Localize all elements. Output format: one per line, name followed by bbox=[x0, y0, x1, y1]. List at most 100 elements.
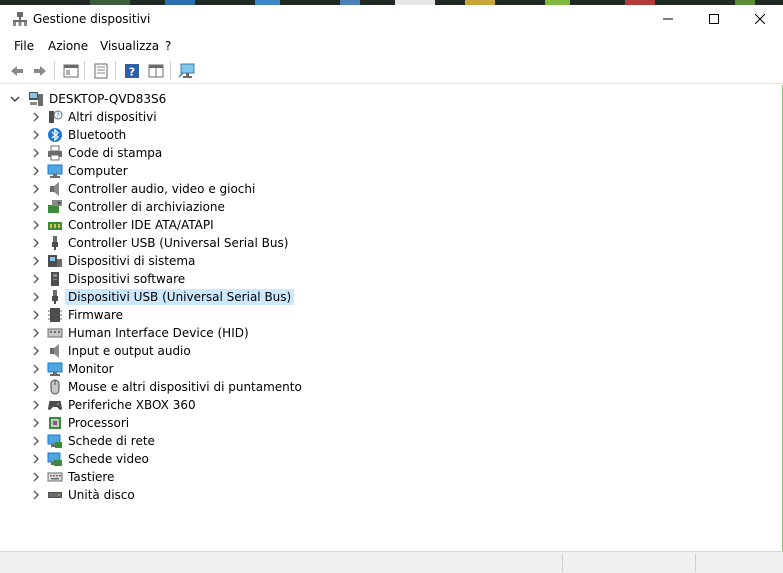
tree-node-label: Dispositivi di sistema bbox=[68, 254, 196, 268]
minimize-icon bbox=[663, 18, 673, 20]
status-separator bbox=[562, 554, 563, 572]
tree-node[interactable]: Dispositivi di sistema bbox=[0, 252, 500, 270]
menu-azione[interactable]: Azione bbox=[48, 39, 88, 53]
expand-chevron-icon[interactable] bbox=[30, 453, 42, 465]
expand-chevron-icon[interactable] bbox=[30, 273, 42, 285]
menu-visualizza[interactable]: Visualizza bbox=[100, 39, 159, 53]
menu-bar: File Azione Visualizza ? bbox=[0, 35, 783, 57]
computer-icon bbox=[47, 164, 63, 178]
monitor-icon bbox=[47, 362, 63, 376]
tree-node-label: Dispositivi software bbox=[68, 272, 186, 286]
disk-drive-icon bbox=[48, 492, 62, 498]
tree-node[interactable]: Bluetooth bbox=[0, 126, 500, 144]
expand-chevron-icon[interactable] bbox=[30, 489, 42, 501]
status-bar bbox=[0, 551, 783, 573]
expand-chevron-icon[interactable] bbox=[30, 381, 42, 393]
tree-node[interactable]: Monitor bbox=[0, 360, 500, 378]
show-hide-tree-button[interactable] bbox=[60, 60, 82, 82]
tree-node[interactable]: Schede di rete bbox=[0, 432, 500, 450]
usb-icon bbox=[52, 236, 58, 250]
close-button[interactable] bbox=[737, 5, 783, 33]
maximize-button[interactable] bbox=[691, 5, 737, 33]
tree-node[interactable]: Schede video bbox=[0, 450, 500, 468]
tree-node[interactable]: Controller di archiviazione bbox=[0, 198, 500, 216]
view-panel-button[interactable] bbox=[145, 60, 167, 82]
tree-root[interactable]: DESKTOP-QVD83S6 bbox=[0, 90, 500, 108]
expand-chevron-icon[interactable] bbox=[30, 363, 42, 375]
tree-node-label: Unità disco bbox=[68, 488, 135, 502]
tree-node[interactable]: Dispositivi USB (Universal Serial Bus) bbox=[0, 288, 500, 306]
ide-controller-icon bbox=[48, 222, 62, 230]
tree-node[interactable]: Unità disco bbox=[0, 486, 500, 504]
expand-chevron-icon[interactable] bbox=[30, 291, 42, 303]
tree-node[interactable]: Computer bbox=[0, 162, 500, 180]
tree-node[interactable]: Code di stampa bbox=[0, 144, 500, 162]
expand-chevron-icon[interactable] bbox=[30, 471, 42, 483]
tree-node[interactable]: Dispositivi software bbox=[0, 270, 500, 288]
tree-node[interactable]: Mouse e altri dispositivi di puntamento bbox=[0, 378, 500, 396]
expand-chevron-icon[interactable] bbox=[30, 129, 42, 141]
back-button[interactable] bbox=[6, 60, 28, 82]
svg-text:?: ? bbox=[129, 66, 135, 79]
view-panel-icon bbox=[148, 64, 164, 78]
tree-node[interactable]: ? Altri dispositivi bbox=[0, 108, 500, 126]
hid-icon bbox=[47, 328, 63, 338]
expand-chevron-icon[interactable] bbox=[30, 201, 42, 213]
forward-arrow-icon bbox=[34, 66, 46, 76]
menu-file[interactable]: File bbox=[14, 39, 34, 53]
device-tree[interactable]: DESKTOP-QVD83S6 ? Altri dispositivi Blueto… bbox=[0, 85, 783, 551]
toolbar-separator bbox=[170, 61, 171, 80]
tree-node[interactable]: Tastiere bbox=[0, 468, 500, 486]
properties-button[interactable] bbox=[90, 60, 112, 82]
expand-chevron-icon[interactable] bbox=[30, 147, 42, 159]
speaker-icon bbox=[50, 182, 59, 196]
tree-node-label: Altri dispositivi bbox=[68, 110, 157, 124]
tree-node[interactable]: Firmware bbox=[0, 306, 500, 324]
tree-node[interactable]: Input e output audio bbox=[0, 342, 500, 360]
tree-node[interactable]: Controller USB (Universal Serial Bus) bbox=[0, 234, 500, 252]
expand-chevron-icon[interactable] bbox=[30, 255, 42, 267]
audio-io-icon bbox=[50, 344, 59, 358]
tree-node[interactable]: Human Interface Device (HID) bbox=[0, 324, 500, 342]
tree-node-label: Processori bbox=[68, 416, 130, 430]
expand-chevron-icon[interactable] bbox=[30, 219, 42, 231]
device-manager-icon bbox=[13, 12, 27, 26]
storage-controller-icon bbox=[48, 200, 62, 213]
help-button[interactable]: ? bbox=[121, 60, 143, 82]
expand-chevron-icon[interactable] bbox=[30, 237, 42, 249]
toolbar-separator bbox=[54, 61, 55, 80]
toolbar: ? bbox=[0, 57, 783, 84]
minimize-button[interactable] bbox=[645, 5, 691, 33]
status-separator bbox=[695, 554, 696, 572]
tree-node-label: Controller audio, video e giochi bbox=[68, 182, 256, 196]
tree-node-label: Mouse e altri dispositivi di puntamento bbox=[68, 380, 302, 394]
tree-node-label: Monitor bbox=[68, 362, 114, 376]
tree-node-label: Input e output audio bbox=[68, 344, 191, 358]
close-icon bbox=[755, 14, 765, 24]
expand-chevron-icon[interactable] bbox=[30, 417, 42, 429]
tree-node-label: Computer bbox=[68, 164, 128, 178]
expand-chevron-icon[interactable] bbox=[30, 183, 42, 195]
expand-chevron-icon[interactable] bbox=[30, 327, 42, 339]
tree-node-label: Schede di rete bbox=[68, 434, 155, 448]
printer-icon bbox=[48, 145, 62, 161]
forward-button[interactable] bbox=[29, 60, 51, 82]
tree-node-label: Bluetooth bbox=[68, 128, 127, 142]
gamepad-icon bbox=[48, 400, 62, 410]
expand-chevron-icon[interactable] bbox=[30, 435, 42, 447]
scan-hardware-button[interactable] bbox=[176, 60, 198, 82]
title-bar[interactable]: Gestione dispositivi bbox=[0, 5, 783, 33]
menu-help[interactable]: ? bbox=[165, 39, 171, 53]
expand-chevron-icon[interactable] bbox=[30, 345, 42, 357]
tree-node[interactable]: Controller IDE ATA/ATAPI bbox=[0, 216, 500, 234]
expand-chevron-icon[interactable] bbox=[30, 309, 42, 321]
expand-chevron-icon[interactable] bbox=[30, 111, 42, 123]
tree-node[interactable]: Processori bbox=[0, 414, 500, 432]
collapse-chevron-icon[interactable] bbox=[9, 93, 21, 105]
expand-chevron-icon[interactable] bbox=[30, 399, 42, 411]
tree-node[interactable]: Controller audio, video e giochi bbox=[0, 180, 500, 198]
tree-node-label: Human Interface Device (HID) bbox=[68, 326, 249, 340]
expand-chevron-icon[interactable] bbox=[30, 165, 42, 177]
keyboard-icon bbox=[47, 472, 63, 482]
tree-node[interactable]: Periferiche XBOX 360 bbox=[0, 396, 500, 414]
